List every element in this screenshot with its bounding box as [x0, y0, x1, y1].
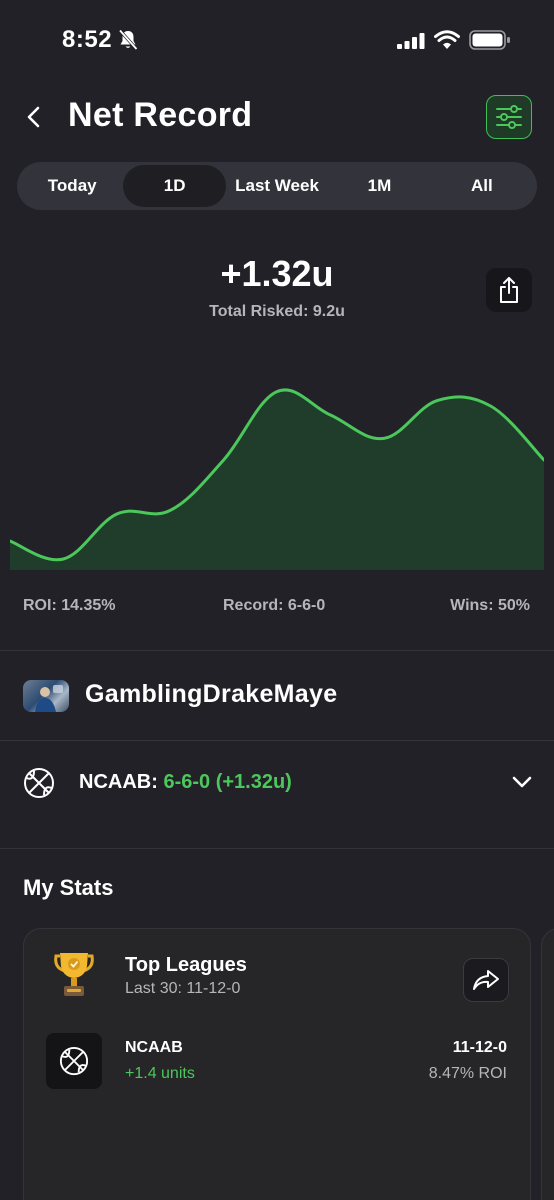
tab-1m[interactable]: 1M	[328, 165, 430, 207]
league-icon-box	[46, 1033, 102, 1089]
tab-all[interactable]: All	[431, 165, 533, 207]
tab-1d[interactable]: 1D	[123, 165, 226, 207]
chart-area	[10, 389, 544, 570]
card-subtitle: Last 30: 11-12-0	[125, 980, 241, 997]
section-title: My Stats	[23, 875, 114, 900]
roi-stat: ROI: 14.35%	[23, 597, 116, 614]
total-risked: Total Risked: 9.2u	[209, 303, 345, 320]
basketball-icon	[59, 1046, 89, 1076]
filter-button[interactable]	[486, 95, 532, 139]
battery-icon	[469, 30, 510, 50]
trophy-icon	[54, 953, 94, 996]
row-league-name: NCAAB	[125, 1039, 183, 1056]
share-icon	[500, 277, 518, 303]
league-record-summary[interactable]: NCAAB: 6-6-0 (+1.32u)	[79, 771, 292, 794]
username[interactable]: GamblingDrakeMaye	[85, 680, 337, 709]
net-units: +1.32u	[220, 253, 334, 294]
divider	[0, 740, 554, 741]
status-time: 8:52	[62, 26, 113, 53]
share-arrow-icon	[473, 970, 499, 990]
divider	[0, 848, 554, 849]
net-record-chart	[10, 388, 544, 570]
league-record: 6-6-0 (+1.32u)	[163, 771, 292, 793]
cellular-signal-icon	[397, 33, 425, 49]
basketball-icon	[24, 768, 54, 798]
wins-stat: Wins: 50%	[450, 597, 530, 614]
tab-last-week[interactable]: Last Week	[226, 165, 328, 207]
sliders-icon	[496, 105, 522, 129]
timeframe-tabs: Today 1D Last Week 1M All	[17, 162, 537, 210]
bell-slash-icon	[118, 29, 138, 51]
row-record: 11-12-0	[452, 1039, 507, 1056]
card-share-button[interactable]	[463, 958, 509, 1002]
row-roi: 8.47% ROI	[428, 1065, 507, 1082]
tab-today[interactable]: Today	[21, 165, 123, 207]
wifi-icon	[434, 30, 460, 49]
page-title: Net Record	[68, 96, 253, 134]
chevron-left-icon[interactable]	[24, 105, 44, 129]
divider	[0, 650, 554, 651]
record-stat: Record: 6-6-0	[223, 597, 326, 614]
next-card[interactable]	[541, 928, 554, 1200]
chevron-down-icon[interactable]	[512, 775, 532, 789]
row-units: +1.4 units	[125, 1065, 195, 1082]
league-label: NCAAB:	[79, 771, 158, 793]
card-title: Top Leagues	[125, 954, 247, 976]
avatar[interactable]	[23, 680, 69, 712]
share-button[interactable]	[486, 268, 532, 312]
